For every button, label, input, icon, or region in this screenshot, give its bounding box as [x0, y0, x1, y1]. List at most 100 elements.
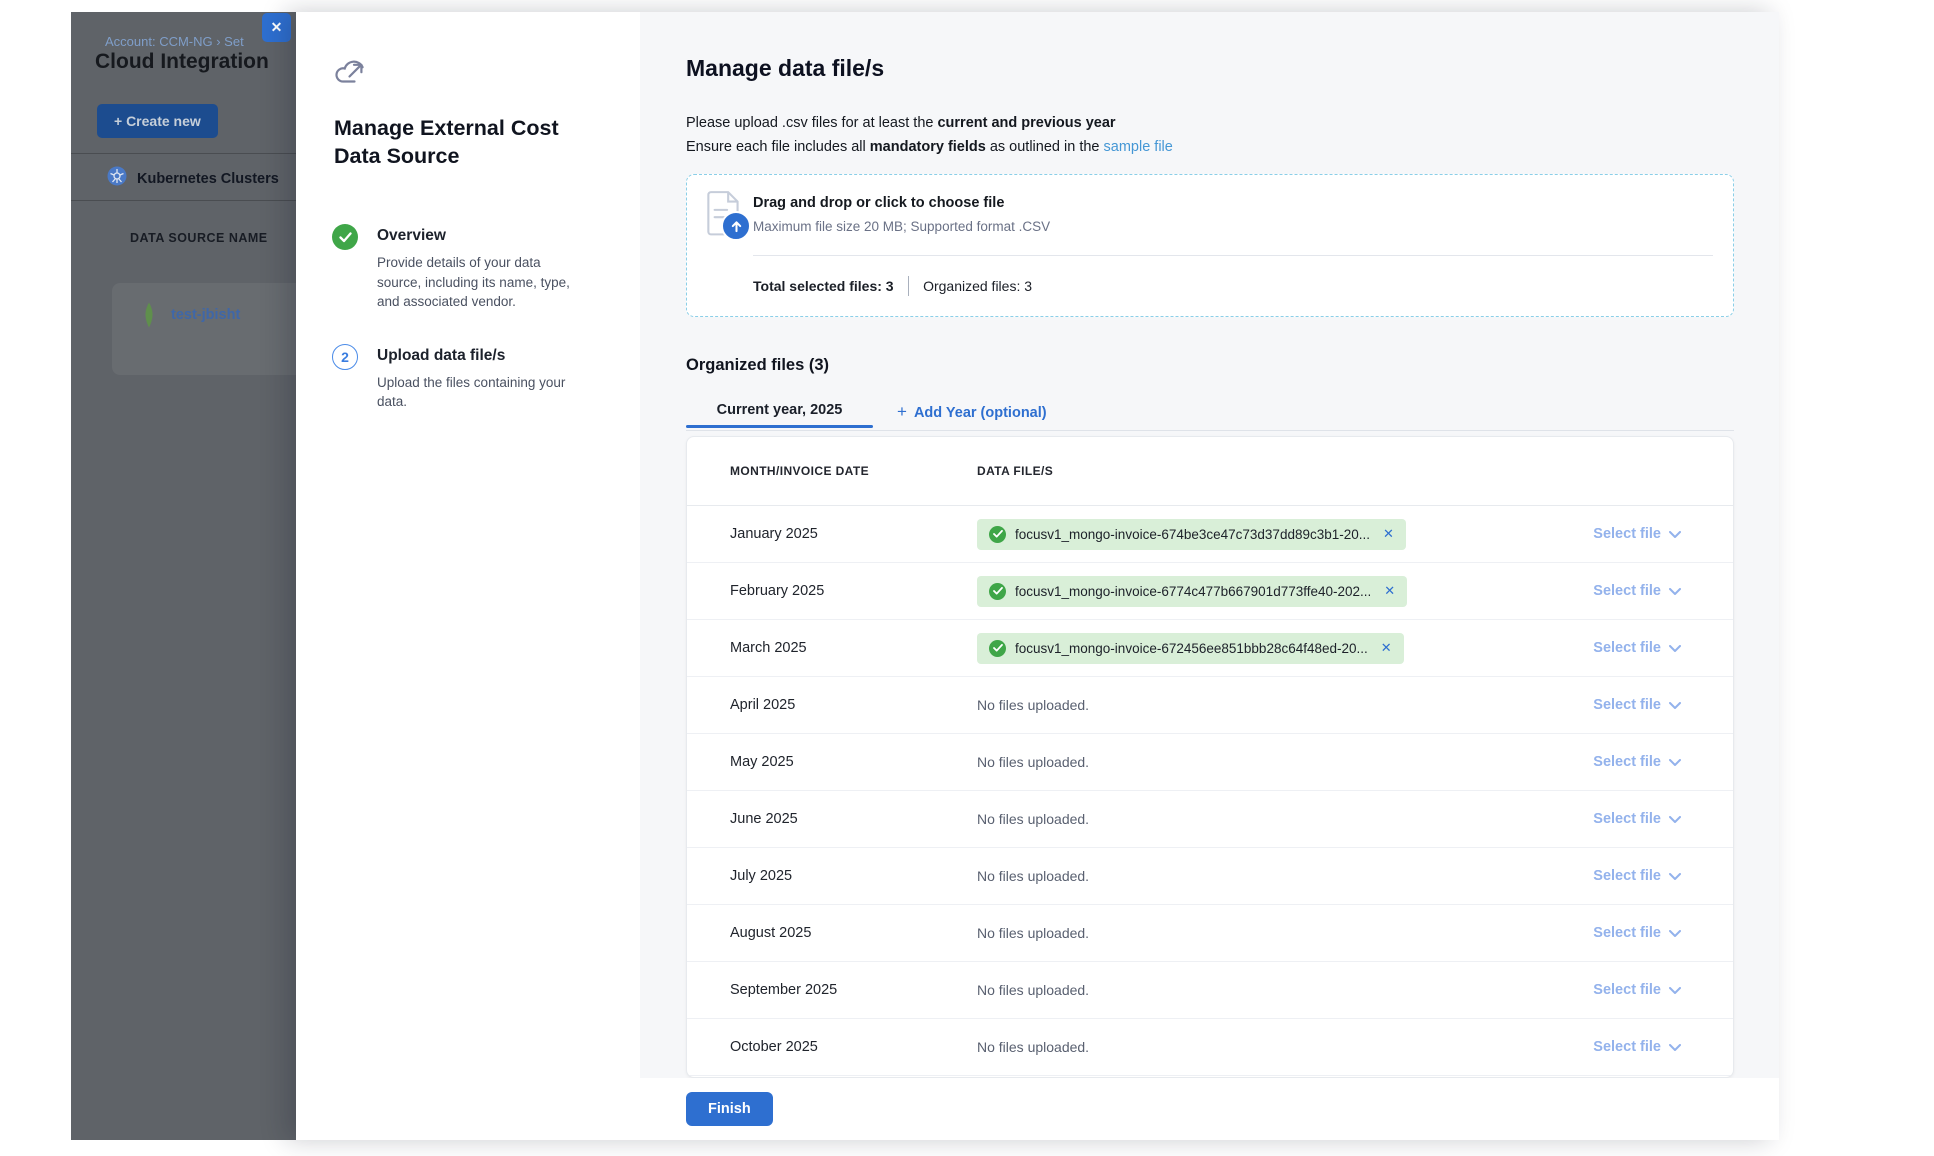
select-file-label: Select file — [1593, 640, 1661, 656]
table-row: June 2025 No files uploaded. Select file — [687, 791, 1733, 848]
chevron-down-icon — [1669, 702, 1681, 709]
chevron-down-icon — [1669, 930, 1681, 937]
table-row: May 2025 No files uploaded. Select file — [687, 734, 1733, 791]
create-new-button[interactable]: + Create new — [97, 104, 218, 138]
select-file-label: Select file — [1593, 583, 1661, 599]
chevron-down-icon — [1669, 645, 1681, 652]
file-chip: focusv1_mongo-invoice-6774c477b667901d77… — [977, 576, 1407, 607]
add-year-label: Add Year (optional) — [914, 405, 1047, 421]
drawer-title: Manage External Cost Data Source — [334, 115, 574, 171]
month-label: May 2025 — [730, 754, 794, 770]
drawer-footer: Finish — [640, 1078, 1779, 1140]
step-description: Upload the files containing your data. — [377, 373, 587, 412]
data-source-card — [112, 283, 296, 375]
select-file-button[interactable]: Select file — [1593, 811, 1681, 827]
tab-label: Kubernetes Clusters — [137, 171, 279, 187]
month-label: February 2025 — [730, 583, 824, 599]
tab-current-year[interactable]: Current year, 2025 — [686, 396, 873, 418]
file-uploaded-check-icon — [989, 583, 1006, 600]
instructions: Please upload .csv files for at least th… — [686, 111, 1173, 159]
stepper-steps: Overview Provide details of your data so… — [332, 224, 604, 412]
upload-totals: Total selected files: 3 Organized files:… — [753, 271, 1032, 301]
divider — [71, 200, 296, 201]
step-label: Upload data file/s — [377, 344, 587, 365]
file-name: focusv1_mongo-invoice-6774c477b667901d77… — [1015, 584, 1371, 599]
breadcrumb[interactable]: Account: CCM-NG › Set — [105, 34, 244, 49]
month-label: June 2025 — [730, 811, 798, 827]
select-file-label: Select file — [1593, 754, 1661, 770]
chevron-down-icon — [1669, 816, 1681, 823]
table-row: October 2025No files uploaded.Select fil… — [687, 1019, 1733, 1076]
file-name: focusv1_mongo-invoice-672456ee851bbb28c6… — [1015, 641, 1368, 656]
select-file-label: Select file — [1593, 526, 1661, 542]
chevron-down-icon — [1669, 588, 1681, 595]
select-file-label: Select file — [1593, 1039, 1661, 1055]
add-year-button[interactable]: + Add Year (optional) — [897, 396, 1047, 422]
table-row: July 2025No files uploaded.Select file — [687, 848, 1733, 905]
file-chip: focusv1_mongo-invoice-672456ee851bbb28c6… — [977, 633, 1404, 664]
empty-files-label: No files uploaded. — [977, 1039, 1089, 1055]
select-file-button[interactable]: Select file — [1593, 1039, 1681, 1055]
select-file-button[interactable]: Select file — [1593, 526, 1681, 542]
select-file-button[interactable]: Select file — [1593, 697, 1681, 713]
select-file-button[interactable]: Select file — [1593, 925, 1681, 941]
file-chip: focusv1_mongo-invoice-674be3ce47c73d37dd… — [977, 519, 1406, 550]
select-file-button[interactable]: Select file — [1593, 640, 1681, 656]
month-label: March 2025 — [730, 640, 807, 656]
dropzone-title: Drag and drop or click to choose file — [753, 195, 1004, 211]
remove-file-icon[interactable]: ✕ — [1383, 526, 1394, 542]
instructions-line-2: Ensure each file includes all mandatory … — [686, 135, 1173, 159]
remove-file-icon[interactable]: ✕ — [1384, 583, 1395, 599]
manage-data-source-drawer: Manage External Cost Data Source Overvie… — [296, 12, 1779, 1140]
table-row: March 2025 focusv1_mongo-invoice-672456ee… — [687, 620, 1733, 677]
chevron-down-icon — [1669, 1044, 1681, 1051]
step-overview[interactable]: Overview Provide details of your data so… — [332, 224, 604, 312]
step-description: Provide details of your data source, inc… — [377, 253, 587, 312]
empty-files-label: No files uploaded. — [977, 811, 1089, 827]
month-label: January 2025 — [730, 526, 818, 542]
select-file-label: Select file — [1593, 811, 1661, 827]
empty-files-label: No files uploaded. — [977, 754, 1089, 770]
sample-file-link[interactable]: sample file — [1104, 139, 1173, 155]
close-icon[interactable]: ✕ — [262, 13, 291, 42]
file-dropzone[interactable]: Drag and drop or click to choose file Ma… — [686, 174, 1734, 317]
divider — [908, 276, 910, 296]
table-row: September 2025No files uploaded.Select f… — [687, 962, 1733, 1019]
select-file-label: Select file — [1593, 925, 1661, 941]
select-file-label: Select file — [1593, 982, 1661, 998]
total-selected-files: Total selected files: 3 — [753, 278, 894, 294]
select-file-button[interactable]: Select file — [1593, 583, 1681, 599]
table-row: January 2025 focusv1_mongo-invoice-674be3… — [687, 506, 1733, 563]
divider — [753, 255, 1713, 256]
month-label: August 2025 — [730, 925, 811, 941]
select-file-button[interactable]: Select file — [1593, 754, 1681, 770]
select-file-button[interactable]: Select file — [1593, 868, 1681, 884]
kubernetes-icon — [107, 166, 127, 191]
select-file-label: Select file — [1593, 868, 1661, 884]
file-name: focusv1_mongo-invoice-674be3ce47c73d37dd… — [1015, 527, 1370, 542]
select-file-label: Select file — [1593, 697, 1661, 713]
chevron-down-icon — [1669, 987, 1681, 994]
empty-files-label: No files uploaded. — [977, 697, 1089, 713]
plus-icon: + — [897, 402, 907, 422]
chevron-down-icon — [1669, 759, 1681, 766]
tab-label: Current year, 2025 — [717, 402, 843, 418]
data-source-name-link[interactable]: test-jbisht — [171, 307, 240, 323]
table-header-row: MONTH/INVOICE DATE DATA FILE/S — [687, 437, 1733, 506]
column-header-month: MONTH/INVOICE DATE — [687, 464, 977, 478]
file-uploaded-check-icon — [989, 640, 1006, 657]
cloud-export-icon — [334, 58, 368, 92]
step-number-badge: 2 — [332, 344, 358, 370]
finish-button[interactable]: Finish — [686, 1092, 773, 1126]
select-file-button[interactable]: Select file — [1593, 982, 1681, 998]
remove-file-icon[interactable]: ✕ — [1381, 640, 1392, 656]
divider — [71, 153, 296, 154]
file-table-body: January 2025 focusv1_mongo-invoice-674be3… — [687, 506, 1733, 1076]
chevron-down-icon — [1669, 873, 1681, 880]
instructions-line-1: Please upload .csv files for at least th… — [686, 111, 1173, 135]
step-upload-data-files[interactable]: 2 Upload data file/s Upload the files co… — [332, 344, 604, 412]
tab-kubernetes-clusters[interactable]: Kubernetes Clusters — [107, 166, 279, 191]
month-label: July 2025 — [730, 868, 792, 884]
active-tab-indicator — [686, 425, 873, 428]
content-panel: Manage data file/s Please upload .csv fi… — [640, 12, 1779, 1140]
